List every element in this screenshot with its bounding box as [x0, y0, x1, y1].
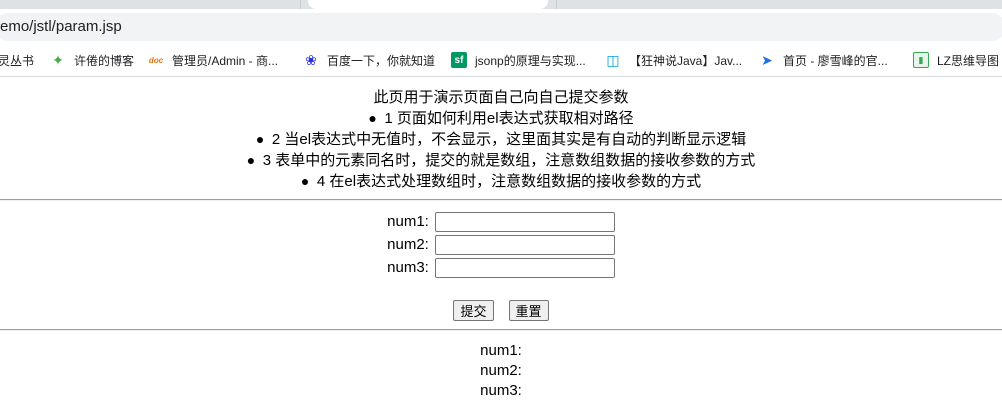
bookmark-label: jsonp的原理与实现... — [475, 53, 586, 68]
bookmark-item[interactable]: ➤ 首页 - 廖雪峰的官... — [759, 51, 888, 69]
url-text[interactable]: emo/jstl/param.jsp — [0, 18, 122, 35]
bookmark-item[interactable]: ❀ 百度一下，你就知道 — [303, 51, 435, 69]
doc-icon: doc — [148, 55, 164, 65]
intro-list: ● 1 页面如何利用el表达式获取相对路径 ● 2 当el表达式中无值时，不会显示，… — [0, 108, 1002, 192]
tab-next[interactable] — [556, 0, 1002, 9]
form-buttons: 提交 重置 — [0, 300, 1002, 321]
bookmark-label: 灵丛书 — [0, 53, 35, 68]
address-bar: emo/jstl/param.jsp — [0, 9, 1002, 43]
bookmark-item[interactable]: sf jsonp的原理与实现... — [451, 51, 586, 69]
book-icon: ▮ — [913, 52, 929, 68]
tab-strip — [0, 0, 1002, 9]
bookmark-label: 管理员/Admin - 商... — [172, 53, 279, 68]
baidu-paw-icon: ❀ — [305, 51, 317, 68]
form-row: num1: — [0, 210, 1002, 233]
bookmark-label: 许倦的博客 — [74, 53, 135, 68]
tab-previous[interactable] — [0, 0, 301, 9]
reset-button[interactable]: 重置 — [508, 300, 549, 321]
list-item-text: 1 页面如何利用el表达式获取相对路径 — [384, 110, 634, 127]
num2-input[interactable] — [434, 234, 615, 255]
bookmark-item[interactable]: ✦ 许倦的博客 — [50, 51, 134, 69]
bullet-icon: ● — [368, 110, 377, 126]
page-content: 此页用于演示页面自己向自己提交参数 ● 1 页面如何利用el表达式获取相对路径 ●… — [0, 77, 1002, 416]
list-item-text: 3 表单中的元素同名时，提交的就是数组，注意数组数据的接收参数的方式 — [262, 152, 756, 169]
intro-title: 此页用于演示页面自己向自己提交参数 — [373, 89, 629, 106]
bookmark-label: 【狂神说Java】Jav... — [629, 53, 743, 68]
result-num3: num3: — [480, 382, 522, 399]
tab-active[interactable] — [308, 0, 548, 9]
segmentfault-icon: sf — [451, 52, 467, 68]
list-item: ● 3 表单中的元素同名时，提交的就是数组，注意数组数据的接收参数的方式 — [0, 150, 1002, 171]
bookmark-item[interactable]: ◫ 【狂神说Java】Jav... — [605, 51, 742, 69]
bookmark-item[interactable]: doc 管理员/Admin - 商... — [148, 51, 278, 69]
list-item: ● 4 在el表达式处理数组时，注意数组数据的接收参数的方式 — [0, 171, 1002, 192]
bilibili-tv-icon: ◫ — [606, 51, 620, 68]
bookmarks-bar: 灵丛书 ✦ 许倦的博客 doc 管理员/Admin - 商... ❀ 百度一下，… — [0, 43, 1002, 77]
result-num1: num1: — [480, 342, 522, 359]
bookmark-label: 首页 - 廖雪峰的官... — [783, 53, 888, 68]
num2-label: num2: — [387, 236, 429, 253]
list-item-text: 2 当el表达式中无值时，不会显示，这里面其实是有自动的判断显示逻辑 — [271, 131, 747, 148]
form-row: num3: — [0, 256, 1002, 279]
list-item: ● 2 当el表达式中无值时，不会显示，这里面其实是有自动的判断显示逻辑 — [0, 129, 1002, 150]
param-form: num1: num2: num3: — [0, 210, 1002, 279]
list-item: ● 1 页面如何利用el表达式获取相对路径 — [0, 108, 1002, 129]
rocket-icon: ➤ — [761, 51, 773, 68]
divider — [0, 329, 1002, 331]
url-field[interactable] — [0, 13, 1002, 41]
bullet-icon: ● — [246, 152, 256, 168]
num3-label: num3: — [387, 259, 429, 276]
bookmark-item[interactable]: ▮ LZ思维导图 — [913, 51, 999, 69]
num1-input[interactable] — [434, 211, 615, 232]
submit-button[interactable]: 提交 — [453, 300, 494, 321]
num3-input[interactable] — [434, 257, 615, 278]
bookmark-item[interactable]: 灵丛书 — [0, 51, 34, 69]
bookmark-label: 百度一下，你就知道 — [327, 53, 436, 68]
result-num2: num2: — [480, 362, 522, 379]
bookmark-label: LZ思维导图 — [937, 53, 1000, 68]
form-row: num2: — [0, 233, 1002, 256]
bullet-icon: ● — [300, 173, 310, 189]
divider — [0, 199, 1002, 201]
intro-section: 此页用于演示页面自己向自己提交参数 ● 1 页面如何利用el表达式获取相对路径 ●… — [0, 87, 1002, 192]
bullet-icon: ● — [255, 131, 265, 147]
num1-label: num1: — [387, 213, 429, 230]
results-section: num1: num2: num3: — [0, 341, 1002, 401]
leaf-icon: ✦ — [52, 51, 64, 68]
list-item-text: 4 在el表达式处理数组时，注意数组数据的接收参数的方式 — [316, 173, 702, 190]
